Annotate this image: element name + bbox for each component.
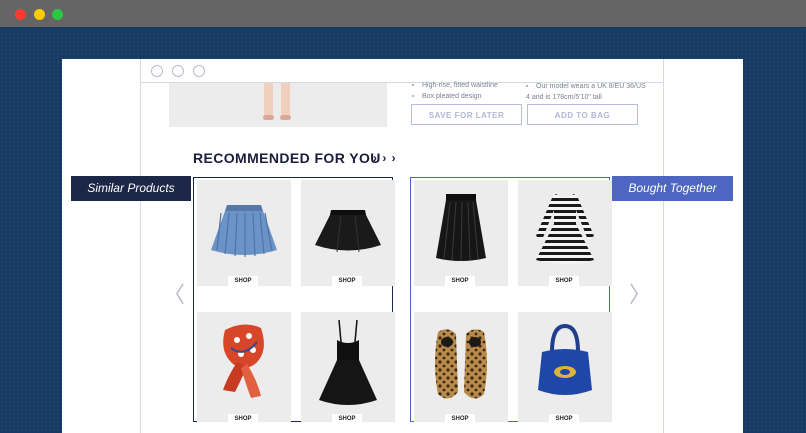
window-titlebar [0,0,806,27]
bought-together-group: SHOP SHOP SHOP SHOP [410,177,612,422]
shop-button[interactable]: SHOP [228,414,258,422]
feature-item: Box pleated design [412,92,482,101]
product-tile[interactable]: SHOP [301,312,395,422]
shop-button[interactable]: SHOP [549,276,579,286]
bought-together-tag: Bought Together [612,176,733,201]
close-window-button[interactable] [15,9,26,20]
product-tile[interactable]: SHOP [414,312,508,422]
shop-button[interactable]: SHOP [228,276,258,286]
save-for-later-button[interactable]: SAVE FOR LATER [411,104,522,125]
product-tile[interactable]: SHOP [414,180,508,286]
black-dress-icon [319,319,377,405]
maximize-window-button[interactable] [52,9,63,20]
shop-button[interactable]: SHOP [445,276,475,286]
scarf-icon [223,324,264,398]
feature-item: High-rise, fitted waistline [412,81,498,90]
product-tile[interactable]: SHOP [518,180,612,286]
section-title: RECOMMENDED FOR YOU [193,150,381,166]
denim-skirt-icon [211,205,277,257]
leopard-loafers-icon [435,329,487,399]
browser-bar [141,59,663,83]
shop-button[interactable]: SHOP [332,276,362,286]
product-tile[interactable]: SHOP [518,312,612,422]
striped-dress-icon [536,194,594,264]
circle-icon [193,65,205,77]
shop-button[interactable]: SHOP [445,414,475,422]
chevron-right-icon[interactable]: 〉 [629,284,651,306]
blue-handbag-icon [538,323,592,395]
shop-button[interactable]: SHOP [549,414,579,422]
similar-products-group: SHOP SHOP SHOP SHOP [193,177,395,422]
add-to-bag-button[interactable]: ADD TO BAG [527,104,638,125]
similar-products-tag: Similar Products [71,176,191,201]
circle-icon [151,65,163,77]
pleated-skirt-icon [436,194,486,262]
product-tile[interactable]: SHOP [301,180,395,286]
circle-icon [172,65,184,77]
site-frame: High-rise, fitted waistline Box pleated … [140,59,664,433]
section-arrows: › › › [373,151,397,165]
product-image [169,83,387,127]
feature-item: Our model wears a UK 8/EU 36/US 4 and is… [526,83,646,101]
page-mockup: High-rise, fitted waistline Box pleated … [62,59,743,433]
product-tile[interactable]: SHOP [197,180,291,286]
product-tile[interactable]: SHOP [197,312,291,422]
minimize-window-button[interactable] [34,9,45,20]
shop-button[interactable]: SHOP [332,414,362,422]
black-skirt-icon [315,210,381,253]
chevron-left-icon[interactable]: 〈 [163,284,185,306]
